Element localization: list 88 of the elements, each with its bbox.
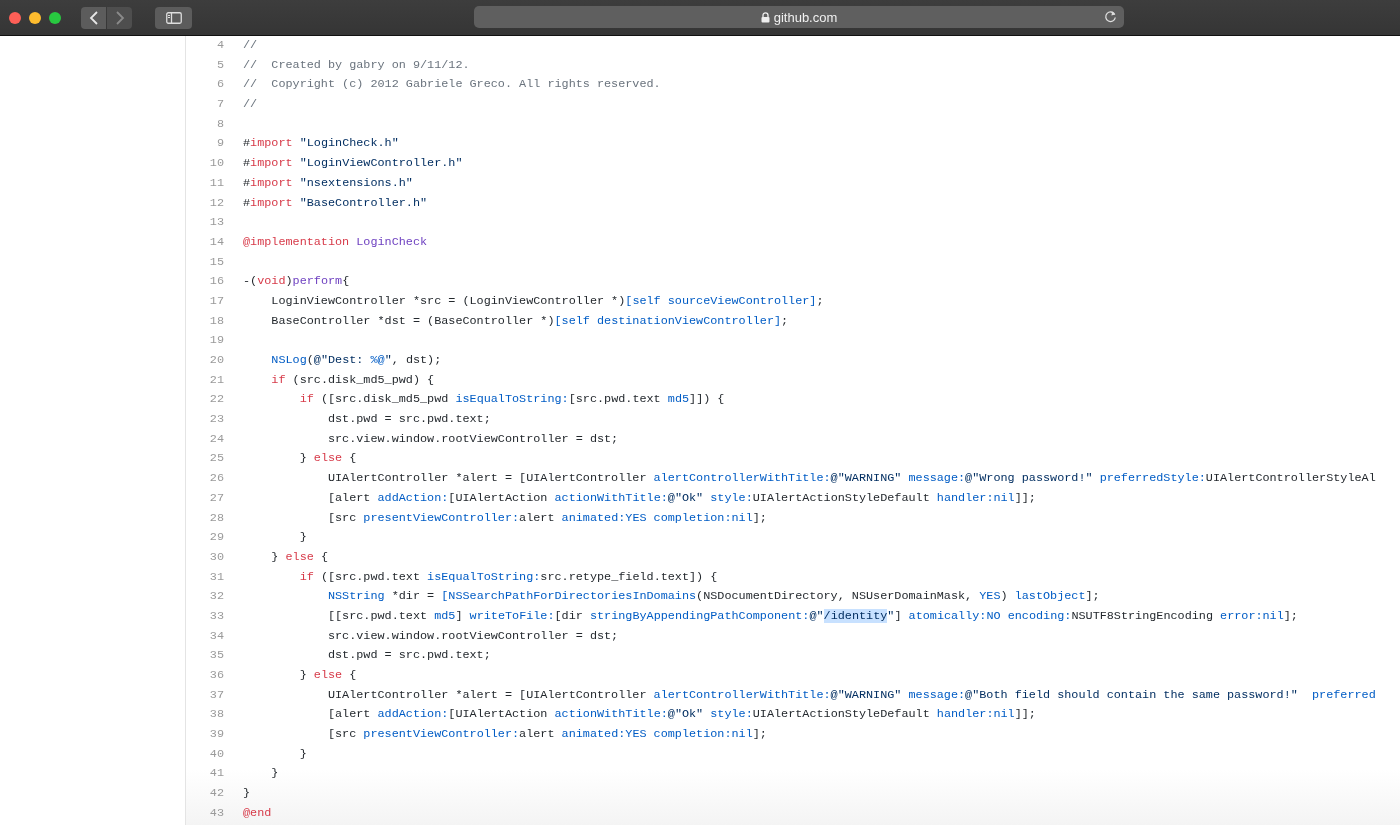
line-number: 12	[208, 194, 224, 212]
line-number: 36	[208, 667, 224, 684]
sidebar-icon	[165, 11, 182, 24]
url-text: github.com	[773, 9, 838, 25]
line-number: 28	[208, 509, 224, 527]
code-line: // Created by gabry on 9/11/12.	[243, 56, 470, 74]
lock-icon	[760, 11, 770, 23]
line-number: 33	[208, 607, 224, 625]
line-number: 21	[208, 371, 224, 389]
line-number: 5	[215, 56, 224, 74]
line-number: 40	[208, 745, 224, 763]
line-number: 26	[208, 470, 224, 488]
line-number: 41	[208, 765, 224, 783]
code-line: UIAlertController *alert = [UIAlertController alertControllerWithTitle:@"WARNING" message:@"Wrong password!" preferredStyle:UIAlertControllerStyleAl	[326, 470, 1376, 488]
code-line: dst.pwd = src.pwd.text;	[326, 647, 491, 665]
code-line: if (src.disk_md5_pwd) {	[270, 371, 435, 389]
code-line: if ([src.pwd.text isEqualToString:src.retype_field.text]) {	[298, 568, 718, 586]
code-line: }	[298, 745, 307, 763]
code-line: -(void)perform{	[243, 273, 350, 291]
line-number: 27	[208, 489, 224, 507]
line-number: 10	[208, 155, 224, 173]
code-line: dst.pwd = src.pwd.text;	[326, 411, 491, 429]
code-line: } else {	[270, 548, 328, 566]
code-line: #import "LoginCheck.h"	[243, 135, 399, 153]
code-line: BaseController *dst = (BaseController *)[self destinationViewController];	[270, 312, 789, 330]
line-number: 16	[208, 273, 224, 291]
line-number: 38	[208, 706, 224, 724]
window-control-dot[interactable]	[29, 11, 41, 24]
code-line: @implementation LoginCheck	[243, 233, 428, 251]
line-number: 18	[208, 312, 224, 330]
code-line: [alert addAction:[UIAlertAction actionWithTitle:@"Ok" style:UIAlertActionStyleDefault handler:nil]];	[326, 489, 1036, 507]
reload-icon[interactable]	[1104, 10, 1117, 23]
code-line: [alert addAction:[UIAlertAction actionWithTitle:@"Ok" style:UIAlertActionStyleDefault handler:nil]];	[326, 706, 1036, 724]
address-bar[interactable]: github.com	[474, 6, 1124, 28]
code-line: #import "BaseController.h"	[243, 194, 428, 212]
line-number: 37	[208, 686, 224, 704]
chevron-right-icon	[114, 10, 125, 25]
code-line: } else {	[298, 450, 357, 468]
line-number: 22	[208, 391, 224, 409]
line-number: 8	[215, 115, 224, 133]
line-number: 39	[208, 726, 224, 744]
line-number: 19	[208, 332, 224, 350]
line-number: 29	[208, 529, 224, 547]
line-number: 43	[208, 804, 224, 822]
window-control-dot[interactable]	[9, 11, 21, 24]
sidebar-button[interactable]	[155, 6, 192, 29]
line-number: 20	[208, 352, 224, 369]
line-number: 30	[208, 548, 224, 566]
code-line: [src presentViewController:alert animated:YES completion:nil];	[326, 509, 767, 527]
line-number: 42	[208, 785, 224, 803]
line-number: 34	[208, 627, 224, 645]
code-line: [[src.pwd.text md5] writeToFile:[dir stringByAppendingPathComponent:@"/identity"] atomically:NO encoding:NSUTF8StringEncoding error:nil];	[326, 607, 1298, 625]
code-line: @end	[243, 804, 272, 822]
line-number: 7	[215, 96, 224, 114]
line-number: 24	[208, 430, 224, 448]
code-line: NSLog(@"Dest: %@", dst);	[270, 352, 442, 369]
code-line: UIAlertController *alert = [UIAlertController alertControllerWithTitle:@"WARNING" message:@"Both field should contain the same password!" preferred	[326, 686, 1376, 704]
code-line: src.view.window.rootViewController = dst;	[326, 430, 619, 448]
line-number: 15	[208, 253, 224, 271]
code-line: if ([src.disk_md5_pwd isEqualToString:[src.pwd.text md5]]) {	[298, 391, 725, 409]
line-number: 4	[215, 37, 224, 54]
code-line: src.view.window.rootViewController = dst;	[326, 627, 619, 645]
line-number: 13	[208, 214, 224, 232]
code-line: }	[270, 765, 279, 783]
code-line: #import "LoginViewController.h"	[243, 155, 463, 173]
line-number: 14	[208, 233, 224, 251]
line-number: 23	[208, 411, 224, 429]
code-line: //	[243, 37, 258, 54]
code-line: }	[298, 529, 307, 547]
line-number: 31	[208, 568, 224, 586]
code-line: LoginViewController *src = (LoginViewController *)[self sourceViewController];	[270, 292, 824, 310]
chevron-left-icon	[88, 10, 99, 25]
code-line: #import "nsextensions.h"	[243, 174, 413, 192]
window-control-dot[interactable]	[49, 11, 61, 24]
code-line: // Copyright (c) 2012 Gabriele Greco. All rights reserved.	[243, 76, 661, 94]
code-line: } else {	[298, 667, 357, 684]
line-number: 17	[208, 292, 224, 310]
line-number: 9	[215, 135, 224, 153]
line-number: 32	[208, 588, 224, 606]
code-line: //	[243, 96, 258, 114]
back-button[interactable]	[81, 6, 106, 29]
line-number: 6	[215, 76, 224, 94]
line-number: 25	[208, 450, 224, 468]
code-line: [src presentViewController:alert animated:YES completion:nil];	[326, 726, 767, 744]
code-line: }	[243, 785, 251, 803]
line-number: 35	[208, 647, 224, 665]
code-line: NSString *dir = [NSSearchPathForDirectoriesInDomains(NSDocumentDirectory, NSUserDomainMask, YES) lastObject];	[326, 588, 1100, 606]
line-number: 11	[208, 174, 224, 192]
